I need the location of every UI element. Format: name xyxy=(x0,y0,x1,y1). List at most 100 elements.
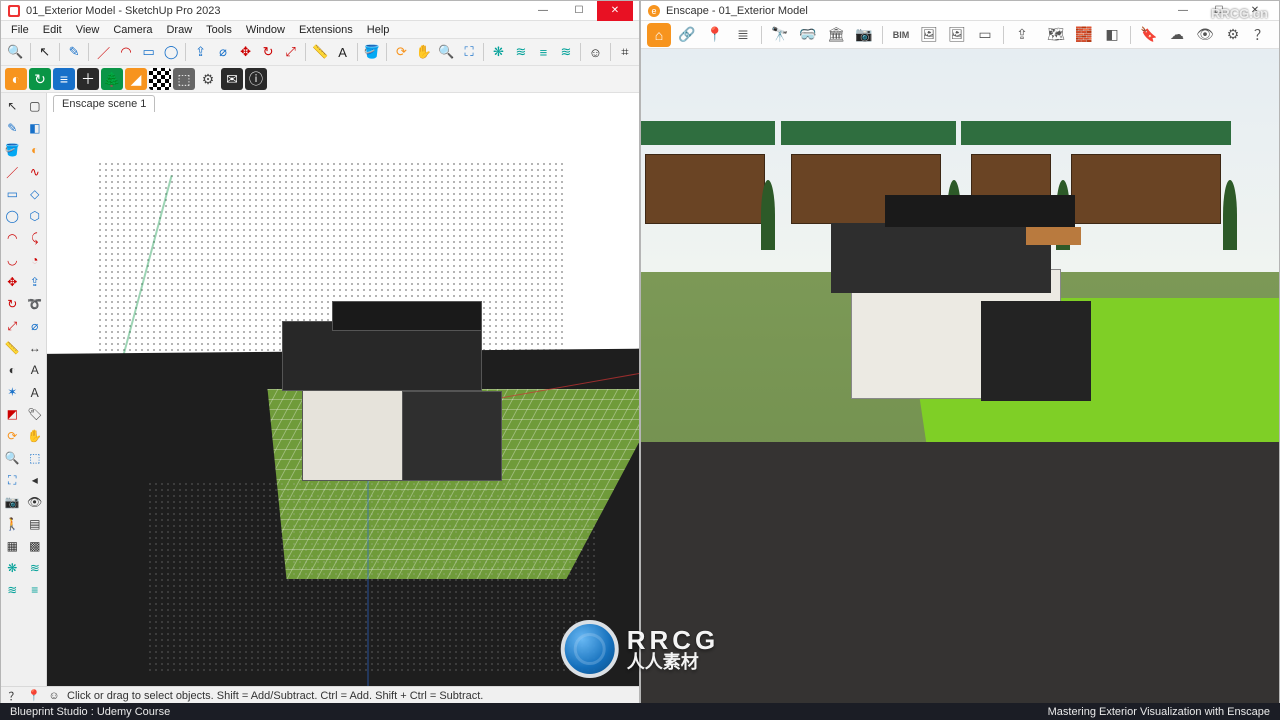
ext-icon-8[interactable]: ⬚ xyxy=(173,68,195,90)
ext-icon-7[interactable] xyxy=(149,68,171,90)
menu-view[interactable]: View xyxy=(70,23,106,37)
menu-edit[interactable]: Edit xyxy=(37,23,68,37)
palette-move-icon[interactable]: ✥ xyxy=(1,271,24,293)
rotate-tool-icon[interactable]: ↻ xyxy=(258,41,279,63)
status-help-icon[interactable]: ？ xyxy=(7,689,21,703)
palette-erase2-icon[interactable]: ◧ xyxy=(24,117,47,139)
palette-position-cam-icon[interactable]: 📷 xyxy=(1,491,24,513)
enscape-start-icon[interactable]: ❋ xyxy=(488,41,509,63)
offset-tool-icon[interactable]: ⌀ xyxy=(213,41,234,63)
palette-tape-icon[interactable]: 📏 xyxy=(1,337,24,359)
batch-1-icon[interactable]: 🖼 xyxy=(917,23,941,47)
palette-rotrect-icon[interactable]: ◇ xyxy=(24,183,47,205)
minimize-button[interactable]: — xyxy=(525,1,561,21)
palette-pan-icon[interactable]: ✋ xyxy=(24,425,47,447)
rectangle-tool-icon[interactable]: ▭ xyxy=(138,41,159,63)
material-icon[interactable]: ◧ xyxy=(1100,23,1124,47)
palette-pie-icon[interactable]: ◔ xyxy=(24,249,47,271)
palette-polygon-icon[interactable]: ⬡ xyxy=(24,205,47,227)
enscape-export-icon[interactable]: ≋ xyxy=(556,41,577,63)
menu-camera[interactable]: Camera xyxy=(107,23,158,37)
pin-icon[interactable]: 📍 xyxy=(703,23,727,47)
menu-draw[interactable]: Draw xyxy=(160,23,198,37)
enscape-maximize-button[interactable]: ☐ xyxy=(1201,1,1237,21)
palette-look-icon[interactable]: 👁 xyxy=(24,491,47,513)
panorama-icon[interactable]: 🏛 xyxy=(824,23,848,47)
enscape-sync-icon[interactable]: ≋ xyxy=(511,41,532,63)
upload-icon[interactable]: ☁ xyxy=(1165,23,1189,47)
line-tool-icon[interactable]: ／ xyxy=(93,41,114,63)
menu-help[interactable]: Help xyxy=(361,23,396,37)
close-button[interactable]: ✕ xyxy=(597,1,633,21)
ext-icon-2[interactable]: ↻ xyxy=(29,68,51,90)
visual-settings-icon[interactable]: 👁 xyxy=(1193,23,1217,47)
palette-line-icon[interactable]: ／ xyxy=(1,161,24,183)
palette-offset-icon[interactable]: ⌀ xyxy=(24,315,47,337)
sketchup-canvas[interactable] xyxy=(47,111,639,686)
move-tool-icon[interactable]: ✥ xyxy=(235,41,256,63)
ext-icon-1[interactable]: ◐ xyxy=(5,68,27,90)
pan-tool-icon[interactable]: ✋ xyxy=(414,41,435,63)
palette-rotate-icon[interactable]: ↻ xyxy=(1,293,24,315)
sketchup-viewport[interactable]: Enscape scene 1 xyxy=(47,93,639,686)
ext-icon-3[interactable]: ≡ xyxy=(53,68,75,90)
eraser-tool-icon[interactable]: ✎ xyxy=(64,41,85,63)
status-geo-icon[interactable]: 📍 xyxy=(27,689,41,703)
binoculars-icon[interactable]: 🔭 xyxy=(768,23,792,47)
text-tool-icon[interactable]: A xyxy=(332,41,353,63)
palette-zoome-icon[interactable]: ⛶ xyxy=(1,469,24,491)
ext-icon-11[interactable]: ⓘ xyxy=(245,68,267,90)
select-tool-icon[interactable]: ↖ xyxy=(34,41,55,63)
palette-section2-icon[interactable]: ▤ xyxy=(24,513,47,535)
status-user-icon[interactable]: ☺ xyxy=(47,689,61,703)
palette-walk-icon[interactable]: 🚶 xyxy=(1,513,24,535)
palette-paint-icon[interactable]: 🪣 xyxy=(1,139,24,161)
palette-ens1-icon[interactable]: ❋ xyxy=(1,557,24,579)
enscape-minimize-button[interactable]: — xyxy=(1165,1,1201,21)
palette-2pt-arc-icon[interactable]: ⤹ xyxy=(24,227,47,249)
map-icon[interactable]: 🗺 xyxy=(1044,23,1068,47)
palette-tag-icon[interactable]: 🏷 xyxy=(24,403,47,425)
vr-icon[interactable]: 🥽 xyxy=(796,23,820,47)
search-icon[interactable]: 🔍 xyxy=(5,41,26,63)
ext-icon-4[interactable]: ＋ xyxy=(77,68,99,90)
palette-lasso-icon[interactable]: ▢ xyxy=(24,95,47,117)
palette-dim-icon[interactable]: ↔ xyxy=(24,337,47,359)
menu-extensions[interactable]: Extensions xyxy=(293,23,359,37)
enscape-viewport[interactable] xyxy=(641,49,1279,704)
palette-arc-icon[interactable]: ◠ xyxy=(1,227,24,249)
menu-tools[interactable]: Tools xyxy=(200,23,238,37)
bim-icon[interactable]: BIM xyxy=(889,23,913,47)
menu-window[interactable]: Window xyxy=(240,23,291,37)
palette-zoomwin-icon[interactable]: ⬚ xyxy=(24,447,47,469)
export-icon[interactable]: ⇪ xyxy=(1010,23,1034,47)
palette-ens3-icon[interactable]: ≋ xyxy=(1,579,24,601)
palette-ens4-icon[interactable]: ≡ xyxy=(24,579,47,601)
palette-prev-icon[interactable]: ◂ xyxy=(24,469,47,491)
settings-icon[interactable]: ⚙ xyxy=(1221,23,1245,47)
scene-tab-1[interactable]: Enscape scene 1 xyxy=(53,95,155,112)
home-icon[interactable]: ⌂ xyxy=(647,23,671,47)
palette-sample-icon[interactable]: ◐ xyxy=(24,139,47,161)
pushpull-tool-icon[interactable]: ⇪ xyxy=(190,41,211,63)
palette-followme-icon[interactable]: ➰ xyxy=(24,293,47,315)
palette-solid2-icon[interactable]: ▩ xyxy=(24,535,47,557)
ext-icon-5[interactable]: 🌲 xyxy=(101,68,123,90)
arc-tool-icon[interactable]: ◠ xyxy=(116,41,137,63)
palette-circle-icon[interactable]: ◯ xyxy=(1,205,24,227)
screenshot-icon[interactable]: 📷 xyxy=(852,23,876,47)
palette-section-icon[interactable]: ◩ xyxy=(1,403,24,425)
palette-axes-icon[interactable]: ✶ xyxy=(1,381,24,403)
bookmark-icon[interactable]: 🔖 xyxy=(1137,23,1161,47)
enscape-views-icon[interactable]: ≡ xyxy=(533,41,554,63)
ext-icon-9[interactable]: ⚙ xyxy=(197,68,219,90)
zoom-extents-icon[interactable]: ⛶ xyxy=(459,41,480,63)
palette-rect-icon[interactable]: ▭ xyxy=(1,183,24,205)
palette-freehand-icon[interactable]: ∿ xyxy=(24,161,47,183)
palette-eraser-icon[interactable]: ✎ xyxy=(1,117,24,139)
circle-tool-icon[interactable]: ◯ xyxy=(161,41,182,63)
palette-text-icon[interactable]: A xyxy=(24,359,47,381)
orbit-tool-icon[interactable]: ⟳ xyxy=(391,41,412,63)
menu-file[interactable]: File xyxy=(5,23,35,37)
video-icon[interactable]: ▭ xyxy=(973,23,997,47)
